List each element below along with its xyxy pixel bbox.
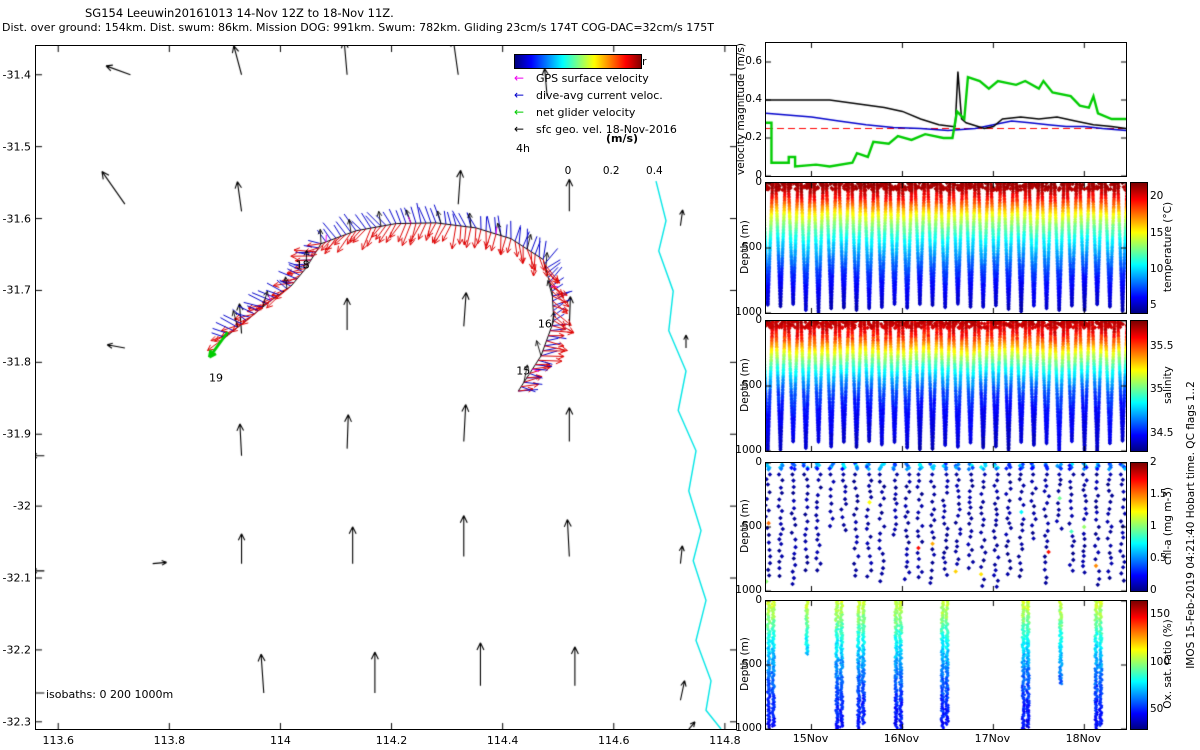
- chla-cbar-tick: 1.5: [1150, 488, 1167, 500]
- salinity-ylabel: Depth (m): [739, 358, 751, 412]
- map-y-tick-label: -31.8: [3, 356, 31, 369]
- chla-ylabel: Depth (m): [739, 499, 751, 553]
- chla-panel: [765, 462, 1127, 592]
- salinity-colorbar-canvas: [1131, 321, 1147, 451]
- oxygen-colorbar-canvas: [1131, 601, 1147, 729]
- chla-y-tick: 500: [742, 520, 762, 532]
- time-tick-label: 17Nov: [975, 732, 1010, 745]
- velocity-y-tick: 0.6: [745, 55, 762, 67]
- oxygen-cbar-tick: 100: [1150, 656, 1170, 668]
- temperature-colorbar-canvas: [1131, 183, 1147, 313]
- velocity-y-tick: 0.2: [745, 131, 762, 143]
- temperature-panel: [765, 182, 1127, 314]
- legend-arrow-icon: ←: [514, 122, 536, 136]
- chla-cbar-tick: 2: [1150, 456, 1157, 468]
- chla-y-tick: 0: [755, 456, 762, 468]
- legend-item: ←GPS surface velocity: [514, 71, 649, 85]
- chla-colorbar-canvas: [1131, 463, 1147, 591]
- processing-watermark: IMOS 15-Feb-2019 04:21:40 Hobart time. Q…: [1185, 381, 1197, 669]
- oxygen-y-tick: 0: [755, 594, 762, 606]
- map-y-tick-label: -31.5: [3, 140, 31, 153]
- map-x-tick-label: 114.8: [709, 734, 741, 747]
- temperature-colorbar: [1130, 182, 1148, 314]
- temperature-cbar-tick: 5: [1150, 299, 1157, 311]
- oxygen-ylabel: Depth (m): [739, 637, 751, 691]
- legend-item: ←sfc geo. vel. 18-Nov-2016: [514, 122, 677, 136]
- oxygen-cbar-label: Ox. sat. ratio (%): [1162, 619, 1174, 709]
- temperature-cbar-tick: 20: [1150, 190, 1163, 202]
- map-x-tick-label: 114.2: [376, 734, 408, 747]
- salinity-cbar-tick: 35.5: [1150, 340, 1173, 352]
- oxygen-colorbar: [1130, 600, 1148, 730]
- map-y-tick-label: -31.6: [3, 212, 31, 225]
- velocity-panel-canvas: [766, 43, 1126, 176]
- salinity-y-tick: 0: [755, 314, 762, 326]
- chla-panel-canvas: [766, 463, 1126, 591]
- chla-y-tick: 1000: [735, 584, 762, 596]
- temperature-y-tick: 0: [755, 176, 762, 188]
- legend-item-label: GPS surface velocity: [536, 72, 649, 85]
- salinity-colorbar: [1130, 320, 1148, 452]
- map-y-tick-label: -31.9: [3, 428, 31, 441]
- legend-arrow-icon: ←: [514, 105, 536, 119]
- map-y-tick-label: -31.4: [3, 68, 31, 81]
- oxygen-y-tick: 1000: [735, 722, 762, 734]
- salinity-panel-canvas: [766, 321, 1126, 451]
- map-y-tick-label: -32.2: [3, 643, 31, 656]
- map-x-tick-label: 114.4: [487, 734, 519, 747]
- map-legend: ←25cm/s swim vector←GPS surface velocity…: [514, 54, 722, 188]
- temperature-cbar-label: temperature (°C): [1162, 202, 1174, 292]
- temperature-panel-canvas: [766, 183, 1126, 313]
- legend-item-label: dive-avg current veloc.: [536, 89, 663, 102]
- temperature-y-tick: 1000: [735, 306, 762, 318]
- chla-cbar-tick: 0: [1150, 584, 1157, 596]
- legend-item: ←net glider velocity: [514, 105, 635, 119]
- map-x-tick-label: 113.6: [42, 734, 74, 747]
- legend-colorbar-title: (m/s): [606, 132, 638, 145]
- temperature-ylabel: Depth (m): [739, 220, 751, 274]
- oxygen-cbar-tick: 150: [1150, 608, 1170, 620]
- map-x-tick-label: 114.6: [598, 734, 630, 747]
- salinity-panel: [765, 320, 1127, 452]
- salinity-cbar-label: salinity: [1162, 366, 1174, 404]
- legend-colorbar: [514, 54, 642, 69]
- chla-cbar-label: chl-a (mg m-3): [1162, 487, 1174, 565]
- legend-arrow-icon: ←: [514, 71, 536, 85]
- salinity-y-tick: 500: [742, 379, 762, 391]
- chla-cbar-tick: 1: [1150, 520, 1157, 532]
- salinity-y-tick: 1000: [735, 444, 762, 456]
- map-x-tick-label: 114: [270, 734, 291, 747]
- temperature-y-tick: 500: [742, 241, 762, 253]
- map-y-tick-label: -32.3: [3, 715, 31, 728]
- velocity-panel: [765, 42, 1127, 177]
- legend-item-label: net glider velocity: [536, 106, 635, 119]
- isobaths-label: isobaths: 0 200 1000m: [46, 688, 173, 701]
- velocity-y-tick: 0: [755, 169, 762, 181]
- time-tick-label: 16Nov: [884, 732, 919, 745]
- time-tick-label: 15Nov: [793, 732, 828, 745]
- chla-cbar-tick: 0.5: [1150, 552, 1167, 564]
- salinity-cbar-tick: 34.5: [1150, 427, 1173, 439]
- oxygen-cbar-tick: 50: [1150, 703, 1163, 715]
- oxygen-panel: [765, 600, 1127, 730]
- time-tick-label: 18Nov: [1066, 732, 1101, 745]
- figure-subtitle: Dist. over ground: 154km. Dist. swum: 86…: [2, 21, 714, 34]
- map-y-tick-label: -32: [13, 500, 31, 513]
- figure: SG154 Leeuwin20161013 14-Nov 12Z to 18-N…: [0, 0, 1200, 750]
- temperature-cbar-tick: 15: [1150, 227, 1163, 239]
- map-panel: ←25cm/s swim vector←GPS surface velocity…: [35, 45, 737, 730]
- velocity-y-tick: 0.4: [745, 93, 762, 105]
- map-x-tick-label: 113.8: [154, 734, 186, 747]
- legend-arrow-icon: ←: [514, 88, 536, 102]
- salinity-cbar-tick: 35: [1150, 383, 1163, 395]
- oxygen-y-tick: 500: [742, 658, 762, 670]
- legend-item: ←dive-avg current veloc.: [514, 88, 663, 102]
- chla-colorbar: [1130, 462, 1148, 592]
- figure-title: SG154 Leeuwin20161013 14-Nov 12Z to 18-N…: [85, 6, 394, 20]
- map-y-tick-label: -31.7: [3, 284, 31, 297]
- legend-duration-label: 4h: [516, 142, 530, 155]
- map-y-tick-label: -32.1: [3, 572, 31, 585]
- temperature-cbar-tick: 10: [1150, 263, 1163, 275]
- oxygen-panel-canvas: [766, 601, 1126, 729]
